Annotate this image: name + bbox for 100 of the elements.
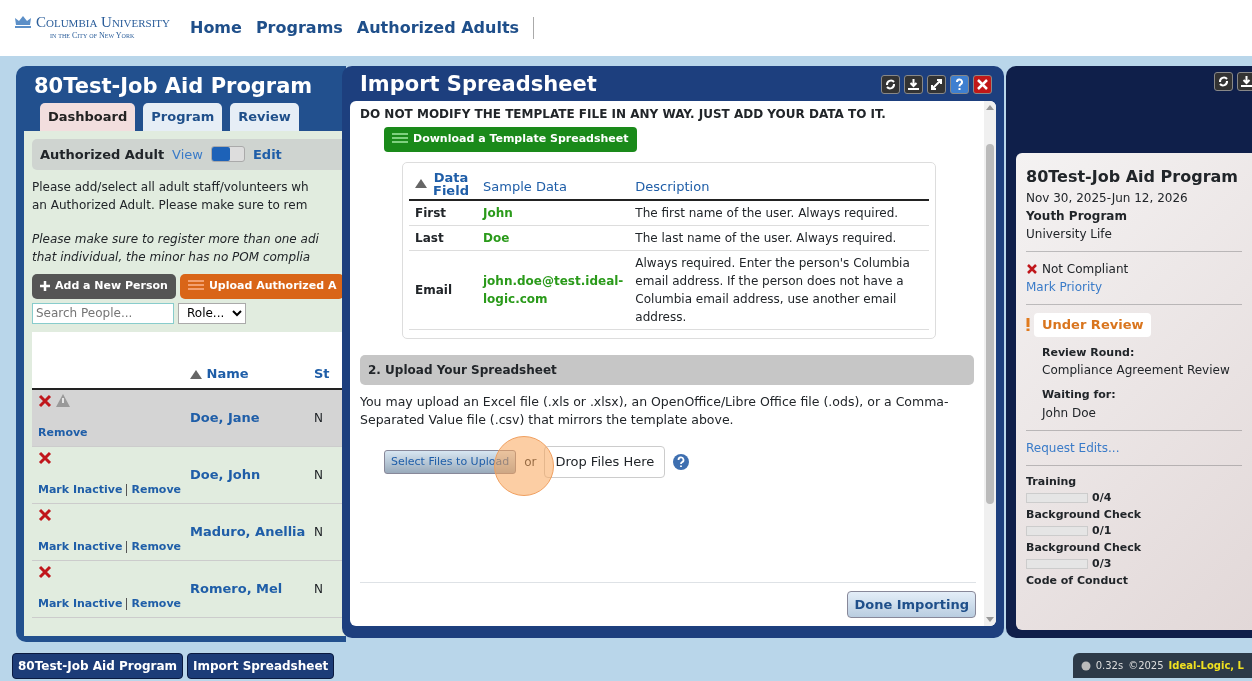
table-cell: John <box>483 205 513 220</box>
copyright-text: ©2025 <box>1128 659 1164 673</box>
requirement-name: Training <box>1026 473 1078 490</box>
or-text: or <box>524 453 537 471</box>
action-link[interactable]: Remove <box>131 596 182 613</box>
table-cell: Always required. Enter the person's Columbia email address. If the person does not have a Columbia email address, use another email address. <box>635 255 910 324</box>
mark-priority-link[interactable]: Mark Priority <box>1026 278 1242 296</box>
requirement-name: Background Check <box>1026 506 1143 523</box>
nav-link[interactable]: Home <box>190 16 242 40</box>
plus-icon <box>40 281 50 292</box>
table-cell: john.doe@test.ideal-logic.com <box>483 273 624 306</box>
action-link[interactable]: Remove <box>38 425 88 442</box>
scrollbar[interactable] <box>984 101 996 626</box>
download-icon[interactable] <box>1237 72 1252 91</box>
requirement-name: Code of Conduct <box>1026 572 1129 589</box>
role-dropdown[interactable]: Role... <box>178 302 246 324</box>
action-link[interactable]: Remove <box>131 482 182 499</box>
help-icon <box>673 453 690 470</box>
tab[interactable]: Program <box>143 103 223 131</box>
logo-subtitle: in the City of New York <box>49 29 136 42</box>
request-edits-link[interactable]: Request Edits... <box>1026 438 1242 457</box>
section-title: Authorized Adult <box>40 145 165 164</box>
taskbar-button[interactable]: 80Test-Job Aid Program <box>12 652 183 679</box>
company-link[interactable]: Ideal-Logic, L <box>1168 658 1244 673</box>
field-value: John Doe <box>1042 404 1097 422</box>
date-range: Nov 30, 2025-Jun 12, 2026 <box>1026 190 1189 207</box>
person-name-link[interactable]: Romero, Mel <box>190 578 283 599</box>
progress-count: 0/1 <box>1092 523 1112 539</box>
taskbar-button[interactable]: Import Spreadsheet <box>187 652 335 679</box>
nav-link[interactable]: Programs <box>255 16 343 40</box>
nav-link[interactable]: Authorized Adults <box>356 16 520 40</box>
field-label: Waiting for: <box>1042 387 1117 403</box>
program-name: 80Test-Job Aid Program <box>1026 166 1239 188</box>
sort-up-icon <box>415 179 427 189</box>
progress-count: 0/3 <box>1092 556 1112 572</box>
action-link[interactable]: Mark Inactive <box>38 482 123 499</box>
toggle-switch[interactable] <box>210 146 245 163</box>
column-header[interactable]: Name <box>190 364 249 384</box>
refresh-icon[interactable] <box>881 75 900 95</box>
note-text: Please make sure to register more than one adi that individual, the minor has no POM complia <box>32 231 320 267</box>
compliance-status: Not Compliant <box>1042 261 1129 278</box>
edit-link[interactable]: Edit <box>252 144 282 165</box>
done-importing-button[interactable]: Done Importing <box>847 590 976 618</box>
search-field[interactable]: Search People... <box>32 302 174 324</box>
person-name-link[interactable]: Doe, John <box>190 464 261 485</box>
person-name-link[interactable]: Maduro, Anellia <box>190 521 306 542</box>
step-header: 2. Upload Your Spreadsheet <box>360 354 974 385</box>
review-status: Under Review <box>1034 313 1152 337</box>
download-icon[interactable] <box>904 75 923 95</box>
close-icon[interactable] <box>973 75 992 95</box>
sort-up-icon <box>190 370 202 380</box>
table-cell-text: N <box>314 580 323 598</box>
table-cell-text: N <box>314 466 323 484</box>
refresh-icon[interactable] <box>1214 72 1233 91</box>
scroll-up-icon <box>986 105 994 111</box>
column-header[interactable]: Description <box>635 177 710 197</box>
select-files-button[interactable]: Select Files to Upload <box>384 449 517 475</box>
add-person-button[interactable]: Add a New Person <box>32 274 176 299</box>
window-title: 80Test-Job Aid Program <box>33 74 314 100</box>
program-type: Youth Program <box>1026 208 1128 225</box>
action-link[interactable]: Mark Inactive <box>38 596 123 613</box>
column-header[interactable]: St <box>314 364 330 384</box>
crown-icon <box>14 14 32 29</box>
action-link[interactable]: Mark Inactive <box>38 539 123 556</box>
column-header[interactable]: Data Field <box>415 170 471 197</box>
spreadsheet-icon <box>392 133 408 146</box>
drop-zone[interactable]: Drop Files Here <box>544 446 666 478</box>
table-cell: First <box>415 205 447 220</box>
column-header[interactable]: Sample Data <box>483 177 567 197</box>
progress-count: 0/4 <box>1092 490 1112 506</box>
intro-text: Please add/select all adult staff/volunteers wh an Authorized Adult. Please make sure to rem <box>32 179 310 215</box>
download-template-button[interactable]: Download a Template Spreadsheet <box>384 127 637 152</box>
expand-icon[interactable] <box>927 75 946 95</box>
person-name-link[interactable]: Doe, Jane <box>190 407 260 428</box>
x-icon <box>1026 263 1038 275</box>
field-value: Compliance Agreement Review <box>1042 362 1231 379</box>
logo-text: Columbia University <box>36 14 170 30</box>
table-cell: Doe <box>483 230 510 245</box>
table-cell: The last name of the user. Always required. <box>635 230 897 245</box>
timing-text: 0.32s <box>1095 659 1124 673</box>
tab[interactable]: Dashboard <box>40 103 136 131</box>
table-cell-text: N <box>314 523 323 541</box>
table-cell-text: N <box>314 409 323 427</box>
table-cell: Email <box>415 282 453 297</box>
x-icon <box>38 393 52 408</box>
upload-button[interactable]: Upload Authorized A <box>179 274 345 299</box>
x-icon <box>38 564 52 579</box>
action-link[interactable]: Remove <box>131 539 182 556</box>
table-cell: Last <box>415 230 444 245</box>
table-cell: The first name of the user. Always required. <box>635 205 899 220</box>
dialog-title: Import Spreadsheet <box>359 72 597 98</box>
list-icon <box>187 280 204 293</box>
help-icon[interactable] <box>950 75 969 95</box>
exclamation-icon <box>1026 318 1030 332</box>
field-label: Review Round: <box>1042 344 1136 361</box>
requirement-name: Background Check <box>1026 539 1143 556</box>
scroll-down-icon <box>986 617 994 622</box>
instructions-text: You may upload an Excel file (.xls or .xlsx), an OpenOffice/Libre Office file (.ods), or a Comma-Separated Value file (.csv) that mirrors the template above. <box>360 392 950 430</box>
tab[interactable]: Review <box>230 103 299 131</box>
warning-text: DO NOT MODIFY THE TEMPLATE FILE IN ANY WAY. JUST ADD YOUR DATA TO IT. <box>360 106 887 124</box>
